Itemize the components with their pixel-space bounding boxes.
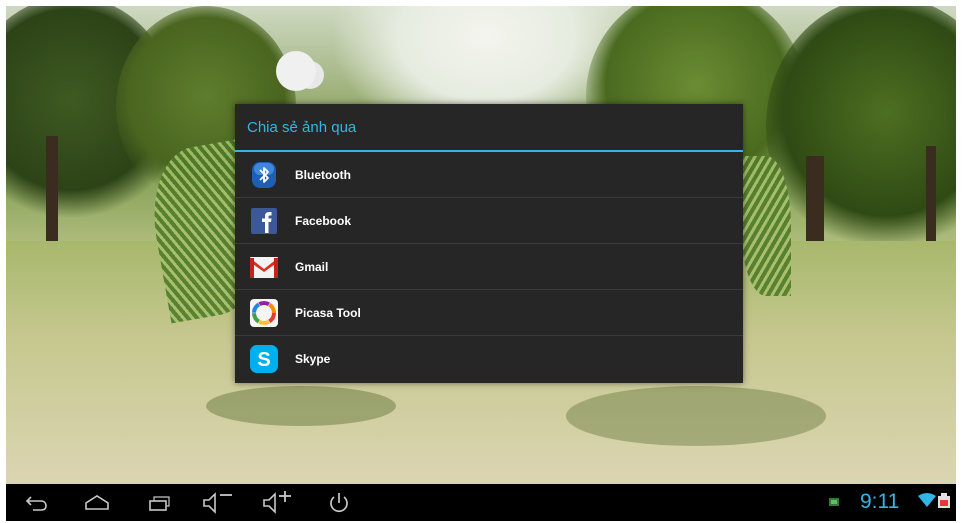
share-dialog: Chia sẻ ảnh qua Bluetooth Facebook Gmail… bbox=[235, 104, 743, 383]
navigation-bar: 9:11 bbox=[6, 484, 956, 521]
picasa-icon bbox=[247, 296, 281, 330]
share-item-label: Bluetooth bbox=[295, 167, 351, 182]
battery-icon bbox=[937, 493, 951, 514]
power-icon[interactable] bbox=[326, 490, 352, 516]
share-item-label: Facebook bbox=[295, 213, 352, 228]
share-item-bluetooth[interactable]: Bluetooth bbox=[235, 152, 743, 198]
share-item-facebook[interactable]: Facebook bbox=[235, 198, 743, 244]
svg-text:S: S bbox=[257, 349, 270, 371]
notification-icon[interactable] bbox=[828, 495, 840, 513]
dialog-header: Chia sẻ ảnh qua bbox=[235, 104, 743, 152]
volume-up-icon[interactable] bbox=[260, 490, 300, 516]
skype-icon: S bbox=[247, 342, 281, 376]
clock: 9:11 bbox=[860, 490, 900, 513]
share-item-skype[interactable]: S Skype bbox=[235, 336, 743, 381]
bluetooth-icon bbox=[247, 158, 281, 192]
share-item-label: Gmail bbox=[295, 259, 329, 274]
share-item-gmail[interactable]: Gmail bbox=[235, 244, 743, 290]
share-item-picasa-tool[interactable]: Picasa Tool bbox=[235, 290, 743, 336]
recent-apps-icon[interactable] bbox=[146, 490, 172, 516]
home-icon[interactable] bbox=[84, 490, 110, 516]
dialog-title: Chia sẻ ảnh qua bbox=[247, 118, 357, 136]
facebook-icon bbox=[247, 204, 281, 238]
gmail-icon bbox=[247, 250, 281, 284]
volume-down-icon[interactable] bbox=[200, 490, 240, 516]
wifi-icon bbox=[918, 493, 936, 512]
back-icon[interactable] bbox=[24, 490, 50, 516]
share-item-label: Skype bbox=[295, 351, 331, 366]
share-item-label: Picasa Tool bbox=[295, 305, 361, 320]
